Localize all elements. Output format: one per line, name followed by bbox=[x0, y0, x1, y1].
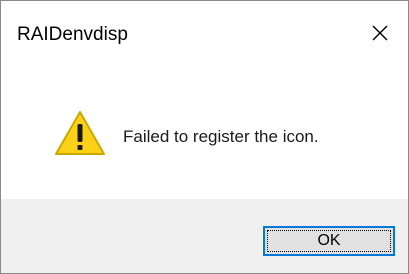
close-button[interactable] bbox=[352, 7, 408, 59]
window-title: RAIDenvdisp bbox=[17, 24, 128, 45]
message-area: Failed to register the icon. bbox=[1, 65, 408, 199]
close-icon bbox=[372, 25, 388, 41]
warning-icon bbox=[55, 111, 105, 155]
message-box-dialog: RAIDenvdisp Failed to register the icon.… bbox=[0, 0, 409, 274]
button-bar: OK bbox=[1, 199, 408, 273]
title-bar[interactable]: RAIDenvdisp bbox=[1, 1, 408, 65]
focus-ring bbox=[267, 230, 391, 252]
message-text: Failed to register the icon. bbox=[123, 127, 319, 146]
ok-button[interactable]: OK bbox=[263, 226, 395, 256]
